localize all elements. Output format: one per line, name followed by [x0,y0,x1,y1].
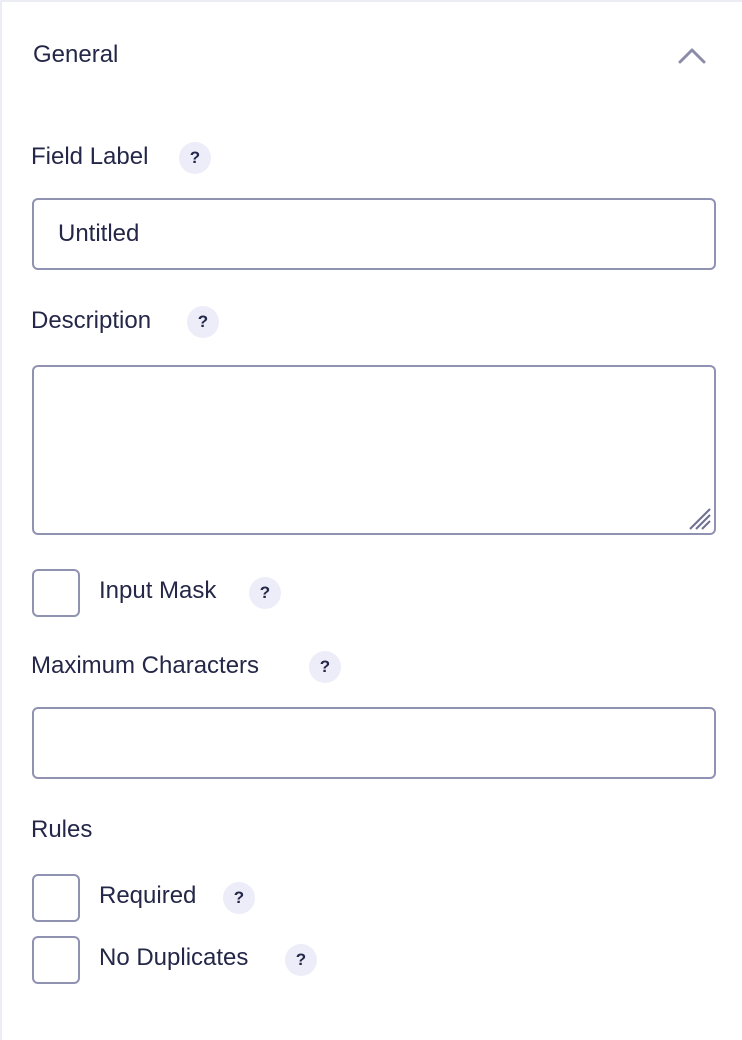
rules-heading: Rules [31,816,93,843]
no-duplicates-checkbox[interactable] [32,936,80,984]
field-label-input[interactable] [32,198,716,270]
maximum-characters-input[interactable] [32,707,716,779]
description-textarea[interactable] [32,365,716,535]
required-checkbox[interactable] [32,874,80,922]
help-icon[interactable]: ? [223,882,255,914]
help-icon[interactable]: ? [285,944,317,976]
field-label-label: Field Label [31,143,149,170]
chevron-up-icon [678,48,706,64]
field-settings-panel: General Field Label ? Description ? Inpu… [0,0,742,1040]
description-label: Description [31,307,152,334]
help-icon[interactable]: ? [179,142,211,174]
required-label: Required [99,882,197,909]
help-icon[interactable]: ? [249,577,281,609]
help-icon[interactable]: ? [309,651,341,683]
section-title: General [33,41,119,68]
general-section-header[interactable]: General [2,2,742,102]
maximum-characters-label: Maximum Characters [31,652,260,679]
collapse-button[interactable] [672,38,712,74]
help-icon[interactable]: ? [187,306,219,338]
input-mask-label: Input Mask [99,577,217,604]
input-mask-checkbox[interactable] [32,569,80,617]
no-duplicates-label: No Duplicates [99,944,249,971]
resize-handle-icon[interactable] [684,503,712,531]
